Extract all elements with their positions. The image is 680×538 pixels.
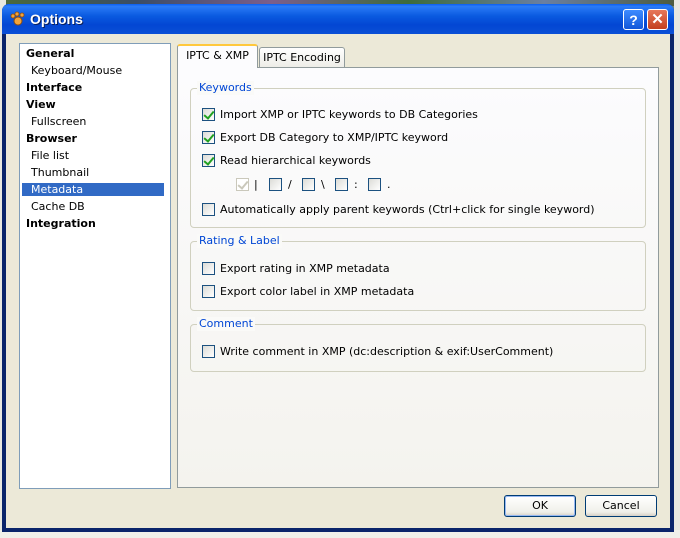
nav-item-thumbnail[interactable]: Thumbnail — [31, 166, 89, 179]
keywords-group-title: Keywords — [197, 81, 254, 95]
category-list[interactable]: General Keyboard/Mouse Interface View Fu… — [19, 43, 171, 489]
nav-item-interface[interactable]: Interface — [26, 81, 82, 94]
separator-dot-label: . — [387, 178, 391, 191]
separator-backslash-label: \ — [321, 178, 325, 191]
desktop-background-right — [674, 0, 680, 538]
export-rating-label: Export rating in XMP metadata — [220, 262, 390, 275]
checkbox[interactable] — [202, 345, 215, 358]
checkbox-checked[interactable] — [202, 108, 215, 121]
checkbox[interactable] — [302, 178, 315, 191]
tab-iptc-xmp[interactable]: IPTC & XMP — [177, 44, 258, 68]
read-hierarchical-label: Read hierarchical keywords — [220, 154, 371, 167]
options-window: Options ? ✕ General Keyboard/Mouse Inter… — [2, 4, 674, 532]
checkbox[interactable] — [269, 178, 282, 191]
ok-button[interactable]: OK — [504, 495, 576, 517]
separator-pipe-label: | — [254, 178, 258, 191]
rating-label-group-title: Rating & Label — [197, 234, 282, 248]
nav-item-keyboard-mouse[interactable]: Keyboard/Mouse — [31, 64, 122, 77]
checkbox-checked[interactable] — [202, 131, 215, 144]
checkbox[interactable] — [202, 262, 215, 275]
nav-item-view[interactable]: View — [26, 98, 56, 111]
nav-item-fullscreen[interactable]: Fullscreen — [31, 115, 86, 128]
import-keywords-label: Import XMP or IPTC keywords to DB Catego… — [220, 108, 478, 121]
checkbox-checked-disabled[interactable] — [236, 178, 249, 191]
title-bar[interactable]: Options ? ✕ — [2, 4, 674, 34]
write-comment-label: Write comment in XMP (dc:description & e… — [220, 345, 554, 358]
rating-label-group: Rating & Label Export rating in XMP meta… — [190, 234, 646, 311]
export-color-label-label: Export color label in XMP metadata — [220, 285, 415, 298]
keywords-group: Keywords Import XMP or IPTC keywords to … — [190, 81, 646, 228]
nav-item-general[interactable]: General — [26, 47, 74, 60]
checkbox[interactable] — [202, 285, 215, 298]
comment-group-title: Comment — [197, 317, 255, 331]
help-button[interactable]: ? — [623, 9, 644, 30]
tab-iptc-encoding[interactable]: IPTC Encoding — [259, 47, 345, 69]
app-paw-icon — [10, 11, 25, 26]
nav-item-integration[interactable]: Integration — [26, 217, 96, 230]
checkbox[interactable] — [368, 178, 381, 191]
checkbox[interactable] — [335, 178, 348, 191]
nav-item-metadata[interactable]: Metadata — [22, 183, 164, 196]
auto-apply-parent-label: Automatically apply parent keywords (Ctr… — [220, 203, 595, 216]
nav-item-browser[interactable]: Browser — [26, 132, 77, 145]
checkbox[interactable] — [202, 203, 215, 216]
separator-slash-label: / — [288, 178, 292, 191]
checkbox-checked[interactable] — [202, 154, 215, 167]
dialog-body: General Keyboard/Mouse Interface View Fu… — [6, 34, 670, 528]
close-icon: ✕ — [651, 11, 664, 28]
separator-colon-label: : — [354, 178, 358, 191]
comment-group: Comment Write comment in XMP (dc:descrip… — [190, 317, 646, 372]
window-title: Options — [30, 11, 83, 27]
close-button[interactable]: ✕ — [647, 9, 668, 30]
cancel-button[interactable]: Cancel — [585, 495, 657, 517]
export-category-label: Export DB Category to XMP/IPTC keyword — [220, 131, 449, 144]
nav-item-file-list[interactable]: File list — [31, 149, 69, 162]
nav-item-cache-db[interactable]: Cache DB — [31, 200, 85, 213]
tab-panel: Keywords Import XMP or IPTC keywords to … — [177, 67, 659, 488]
